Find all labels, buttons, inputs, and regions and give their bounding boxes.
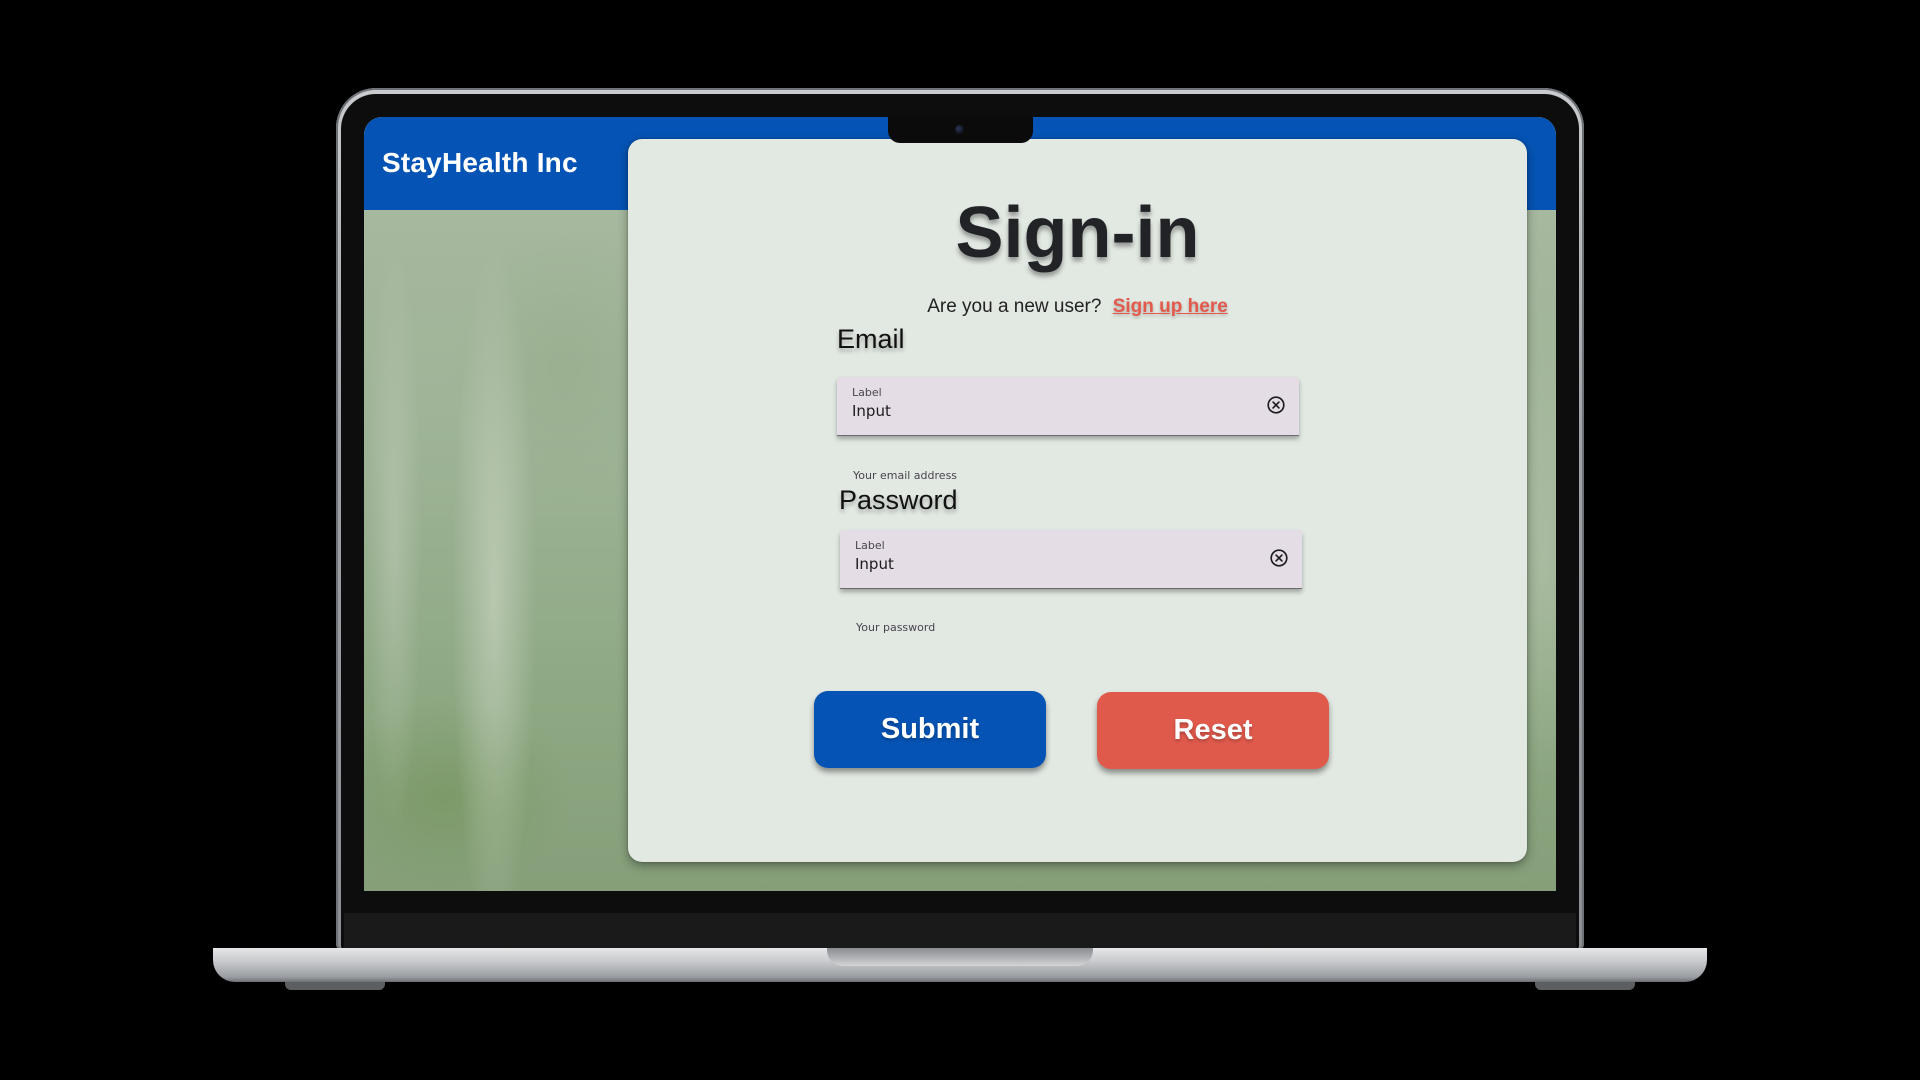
signin-card: Sign-in Are you a new user? Sign up here… bbox=[628, 139, 1527, 862]
email-heading: Email bbox=[837, 324, 905, 354]
password-field-label: Label bbox=[855, 539, 885, 552]
signup-prompt-row: Are you a new user? Sign up here bbox=[628, 296, 1527, 318]
signup-link[interactable]: Sign up here bbox=[1113, 296, 1228, 317]
new-user-prompt: Are you a new user? bbox=[927, 296, 1102, 317]
password-input[interactable]: Input bbox=[855, 555, 894, 573]
camera-icon bbox=[955, 125, 964, 134]
brand-logo-text[interactable]: StayHealth Inc bbox=[382, 147, 578, 179]
password-clear-icon[interactable] bbox=[1268, 547, 1290, 569]
password-field[interactable]: Label Input bbox=[840, 530, 1302, 589]
submit-button[interactable]: Submit bbox=[814, 691, 1046, 768]
laptop-foot-right bbox=[1535, 982, 1635, 990]
email-field[interactable]: Label Input bbox=[837, 377, 1299, 436]
page-title: Sign-in bbox=[955, 193, 1200, 273]
laptop-base-groove bbox=[827, 948, 1093, 966]
laptop-bezel-bottom bbox=[344, 913, 1576, 949]
email-helper-text: Your email address bbox=[853, 469, 958, 482]
email-field-label: Label bbox=[852, 386, 882, 399]
camera-notch bbox=[888, 117, 1033, 143]
password-helper-text: Your password bbox=[856, 621, 936, 634]
reset-button[interactable]: Reset bbox=[1097, 692, 1329, 769]
password-heading: Password bbox=[839, 485, 958, 515]
scene: StayHealth Inc Sign-in Are you a new use… bbox=[0, 0, 1920, 1080]
email-input[interactable]: Input bbox=[852, 402, 891, 420]
laptop-screen: StayHealth Inc Sign-in Are you a new use… bbox=[364, 117, 1556, 891]
laptop-foot-left bbox=[285, 982, 385, 990]
email-clear-icon[interactable] bbox=[1265, 394, 1287, 416]
